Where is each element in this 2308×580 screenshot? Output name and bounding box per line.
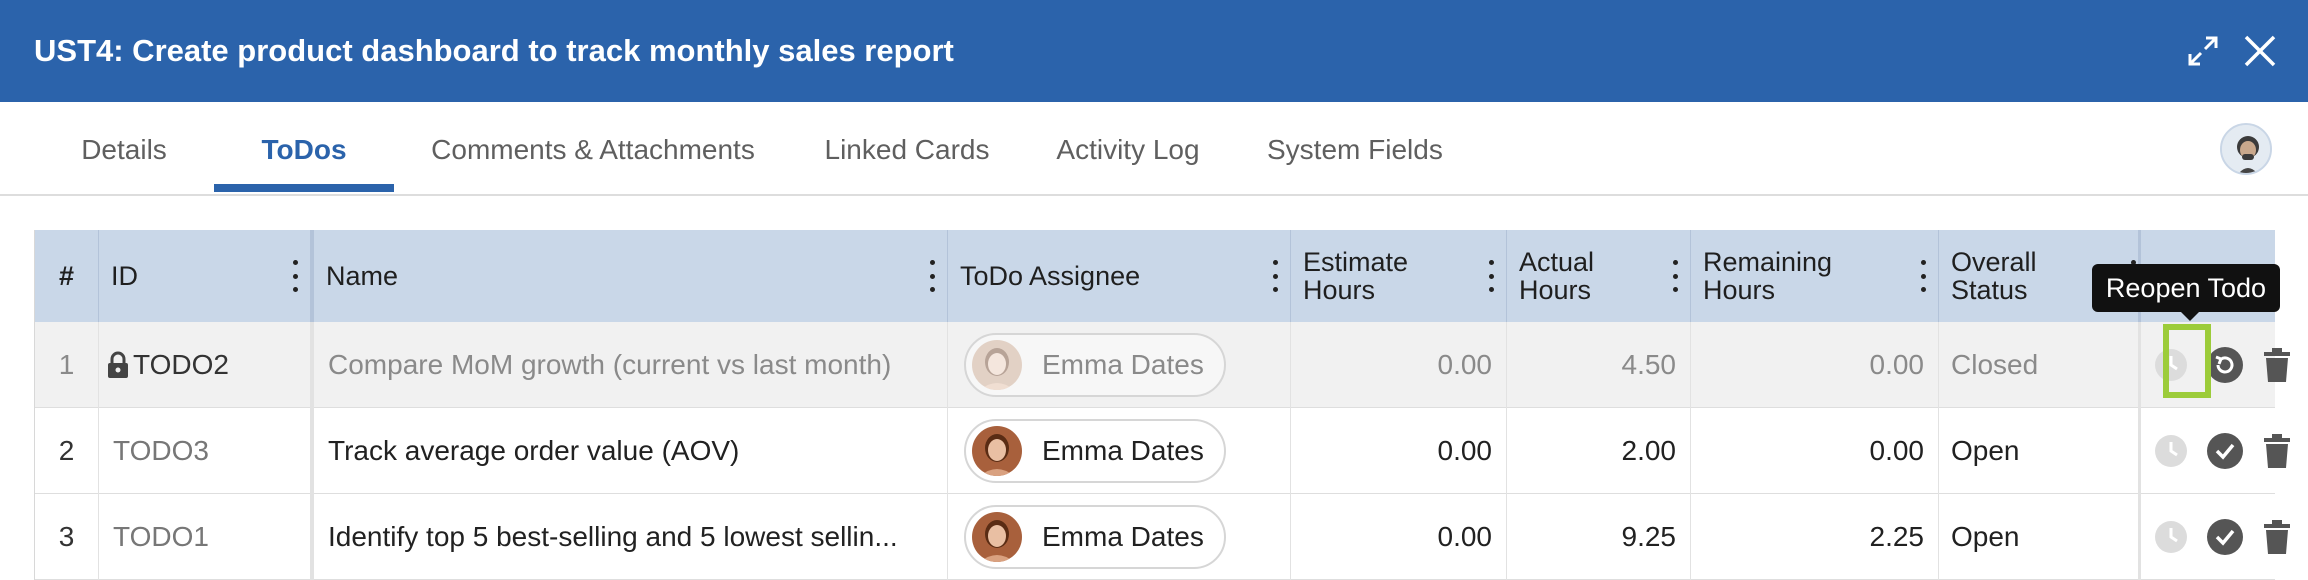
delete-icon[interactable]	[2255, 343, 2299, 387]
delete-icon[interactable]	[2255, 429, 2299, 473]
active-tab-indicator	[214, 184, 394, 192]
tooltip-arrow	[2180, 311, 2200, 321]
column-header-id-label: ID	[111, 261, 138, 291]
column-header-remaining-label: Remaining Hours	[1691, 248, 1832, 304]
column-menu-icon[interactable]	[1672, 260, 1678, 292]
lock-icon	[108, 351, 128, 378]
column-menu-icon[interactable]	[292, 260, 298, 292]
tab-system-fields[interactable]: System Fields	[1267, 102, 1443, 194]
todo-id[interactable]: TODO1	[99, 494, 311, 580]
column-header-name-label: Name	[326, 261, 399, 291]
column-menu-icon[interactable]	[929, 260, 935, 292]
column-header-estimate-label: Estimate Hours	[1291, 248, 1408, 304]
assignee-name: Emma Dates	[1042, 521, 1204, 552]
column-header-status-line2: Status	[1951, 275, 2028, 305]
grid-header-row: # ID Name ToDo Assignee Estimate Hours Ac…	[35, 230, 2275, 322]
column-header-actual-line2: Hours	[1519, 275, 1592, 305]
clock-icon[interactable]	[2149, 429, 2193, 473]
assignee-cell[interactable]: Emma Dates	[948, 494, 1291, 580]
avatar	[972, 340, 1022, 390]
column-menu-icon[interactable]	[1488, 260, 1494, 292]
overall-status: Open	[1939, 494, 2141, 580]
column-header-number: #	[35, 230, 99, 322]
remaining-hours: 0.00	[1691, 322, 1939, 408]
avatar	[972, 426, 1022, 476]
avatar	[972, 512, 1022, 562]
card-title: UST4: Create product dashboard to track …	[34, 33, 954, 68]
tab-todos[interactable]: ToDos	[214, 102, 394, 194]
column-header-remaining-line2: Hours	[1703, 275, 1776, 305]
row-actions	[2141, 408, 2290, 494]
actual-hours: 9.25	[1507, 494, 1691, 580]
column-header-actual-line1: Actual	[1519, 247, 1595, 277]
overall-status: Open	[1939, 408, 2141, 494]
actual-hours: 2.00	[1507, 408, 1691, 494]
tab-bar: Details ToDos Comments & Attachments Lin…	[0, 102, 2308, 196]
assignee-chip[interactable]: Emma Dates	[964, 333, 1226, 397]
remaining-hours: 2.25	[1691, 494, 1939, 580]
actual-hours: 4.50	[1507, 322, 1691, 408]
row-number: 2	[35, 408, 99, 494]
overall-status: Closed	[1939, 322, 2141, 408]
todo-name[interactable]: Track average order value (AOV)	[311, 408, 948, 494]
tab-details[interactable]: Details	[78, 102, 170, 194]
todo-id[interactable]: TODO3	[99, 408, 311, 494]
row-number: 1	[35, 322, 99, 408]
estimate-hours: 0.00	[1291, 408, 1507, 494]
focus-highlight	[2163, 324, 2211, 398]
estimate-hours: 0.00	[1291, 494, 1507, 580]
card-header: UST4: Create product dashboard to track …	[0, 0, 2308, 102]
tab-comments-attachments[interactable]: Comments & Attachments	[426, 102, 760, 194]
column-header-actual-label: Actual Hours	[1507, 248, 1594, 304]
column-header-status-line1: Overall	[1951, 247, 2037, 277]
column-header-status-label: Overall Status	[1939, 248, 2037, 304]
assignee-chip[interactable]: Emma Dates	[964, 419, 1226, 483]
column-header-id[interactable]: ID	[99, 230, 311, 322]
column-header-estimate-line1: Estimate	[1303, 247, 1409, 277]
remaining-hours: 0.00	[1691, 408, 1939, 494]
close-icon[interactable]	[2237, 28, 2283, 74]
column-menu-icon[interactable]	[1920, 260, 1926, 292]
column-header-actual-hours[interactable]: Actual Hours	[1507, 230, 1691, 322]
expand-icon[interactable]	[2180, 28, 2226, 74]
clock-icon[interactable]	[2149, 515, 2193, 559]
column-header-name[interactable]: Name	[311, 230, 948, 322]
tab-linked-cards[interactable]: Linked Cards	[824, 102, 990, 194]
column-menu-icon[interactable]	[1272, 260, 1278, 292]
column-header-assignee-label: ToDo Assignee	[960, 261, 1141, 291]
row-number: 3	[35, 494, 99, 580]
table-row[interactable]: 1 TODO2 Compare MoM growth (current vs l…	[35, 322, 2290, 408]
todos-grid: # ID Name ToDo Assignee Estimate Hours Ac…	[34, 230, 2290, 580]
estimate-hours: 0.00	[1291, 322, 1507, 408]
column-header-assignee[interactable]: ToDo Assignee	[948, 230, 1291, 322]
column-header-number-label: #	[58, 260, 75, 291]
reopen-tooltip: Reopen Todo	[2092, 264, 2280, 312]
todo-id-cell[interactable]: TODO2	[99, 322, 311, 408]
complete-check-icon[interactable]	[2203, 429, 2247, 473]
assignee-cell[interactable]: Emma Dates	[948, 408, 1291, 494]
column-header-remaining-line1: Remaining	[1703, 247, 1833, 277]
user-avatar[interactable]	[2220, 123, 2272, 175]
assignee-chip[interactable]: Emma Dates	[964, 505, 1226, 569]
todo-id: TODO2	[133, 349, 229, 380]
assignee-name: Emma Dates	[1042, 435, 1204, 466]
table-row[interactable]: 2 TODO3 Track average order value (AOV) …	[35, 408, 2290, 494]
assignee-name: Emma Dates	[1042, 349, 1204, 380]
column-header-estimate-line2: Hours	[1303, 275, 1376, 305]
table-row[interactable]: 3 TODO1 Identify top 5 best-selling and …	[35, 494, 2290, 580]
delete-icon[interactable]	[2255, 515, 2299, 559]
column-header-estimate-hours[interactable]: Estimate Hours	[1291, 230, 1507, 322]
tab-activity-log[interactable]: Activity Log	[1052, 102, 1204, 194]
todo-name[interactable]: Identify top 5 best-selling and 5 lowest…	[311, 494, 948, 580]
column-header-remaining-hours[interactable]: Remaining Hours	[1691, 230, 1939, 322]
complete-check-icon[interactable]	[2203, 515, 2247, 559]
row-actions	[2141, 494, 2290, 580]
assignee-cell[interactable]: Emma Dates	[948, 322, 1291, 408]
todo-name[interactable]: Compare MoM growth (current vs last mont…	[311, 322, 948, 408]
